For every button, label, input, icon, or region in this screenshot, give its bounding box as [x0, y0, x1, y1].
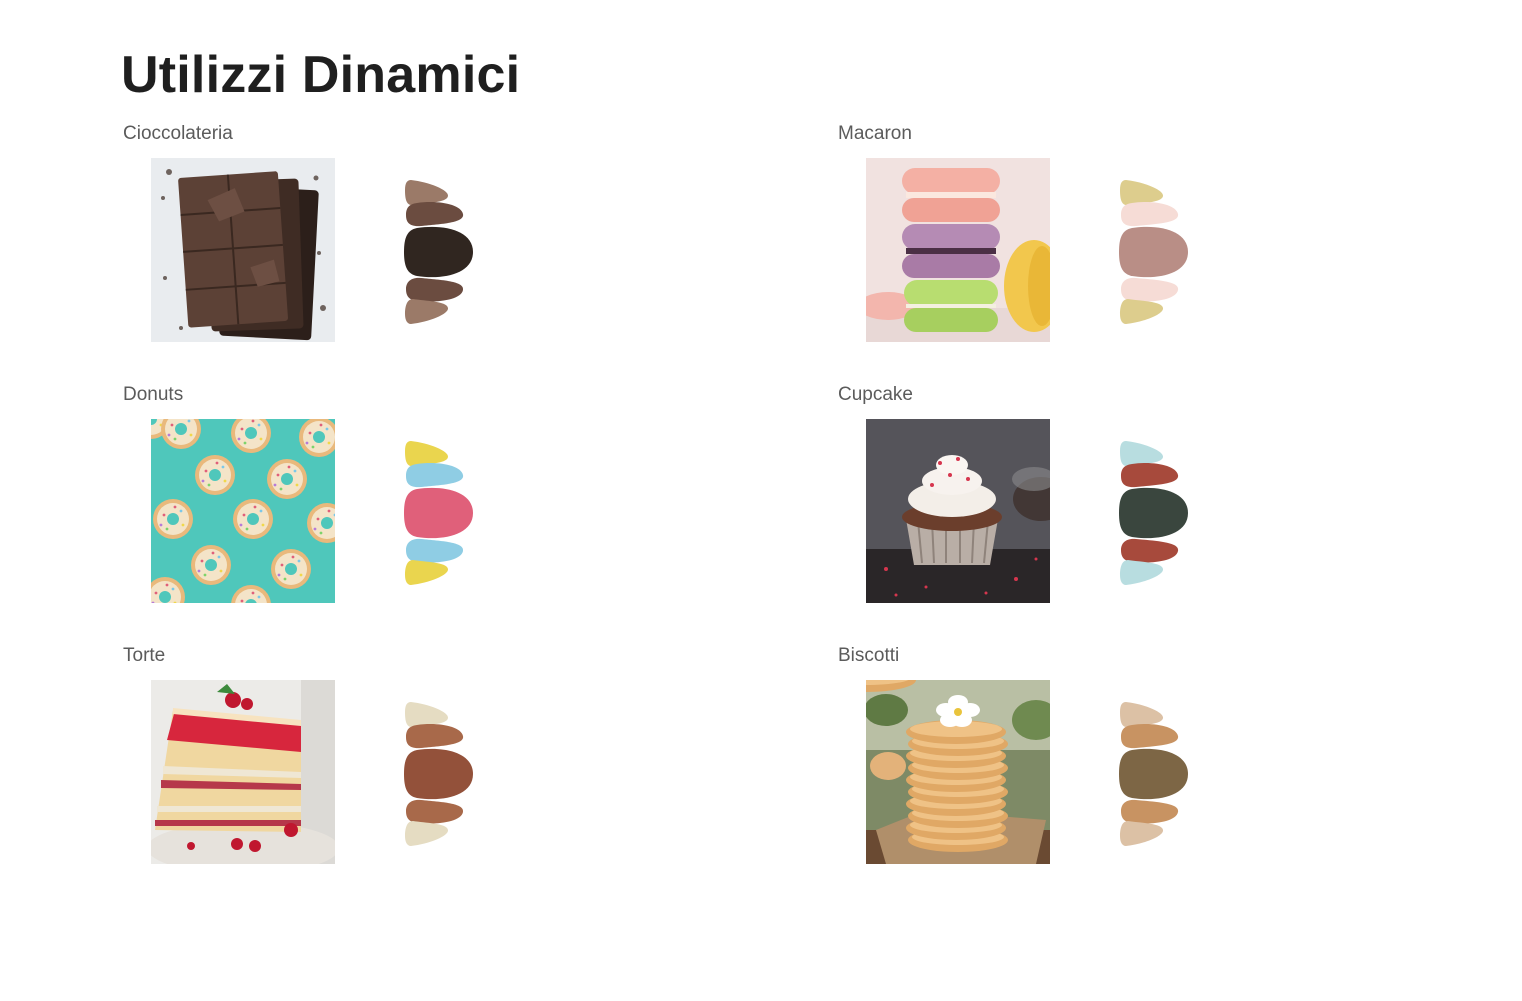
palette-swatch-light: [405, 180, 449, 206]
palette-swatch-light: [405, 560, 449, 585]
category-label: Cioccolateria: [123, 123, 233, 144]
palette-swatch-mid: [1121, 277, 1179, 302]
palette-swatch-mid: [1121, 799, 1179, 824]
palette-swatch-mid: [1121, 538, 1179, 563]
category-label: Macaron: [838, 123, 912, 144]
macaron-stack-photo: [866, 158, 1050, 342]
color-palette: [1119, 180, 1188, 324]
palette-swatch-mid: [406, 724, 464, 749]
color-palette: [1119, 441, 1188, 585]
palette-swatch-light: [1120, 560, 1164, 585]
palette-swatch-light: [405, 821, 449, 846]
biscuits-stack-photo: [866, 680, 1050, 864]
category-biscotti: Biscotti: [838, 646, 1478, 896]
palette-swatch-mid: [1121, 724, 1179, 749]
category-cioccolateria: Cioccolateria: [123, 124, 763, 374]
palette-swatch-main: [1119, 748, 1188, 800]
color-palette: [1119, 702, 1188, 846]
palette-swatch-light: [1120, 702, 1164, 728]
chocolate-bar-photo: [151, 158, 335, 342]
palette-swatch-light: [1120, 299, 1164, 324]
palette-swatch-light: [1120, 821, 1164, 846]
palette-swatch-mid: [406, 463, 464, 488]
palette-swatch-mid: [406, 799, 464, 824]
page-title: Utilizzi Dinamici: [121, 46, 521, 104]
color-palette: [404, 441, 473, 585]
palette-swatch-main: [404, 226, 473, 278]
cupcake-photo: [866, 419, 1050, 603]
category-macaron: Macaron: [838, 124, 1478, 374]
palette-swatch-light: [1120, 180, 1164, 206]
category-label: Torte: [123, 645, 166, 666]
category-cupcake: Cupcake: [838, 385, 1478, 635]
palette-swatch-light: [405, 441, 449, 467]
color-palette: [404, 180, 473, 324]
palette-swatch-main: [1119, 487, 1188, 539]
palette-swatch-mid: [1121, 463, 1179, 488]
palette-swatch-mid: [406, 202, 464, 227]
category-donuts: Donuts: [123, 385, 763, 635]
palette-swatch-mid: [406, 277, 464, 302]
color-palette: [404, 702, 473, 846]
category-label: Biscotti: [838, 645, 900, 666]
palette-swatch-light: [405, 299, 449, 324]
category-label: Cupcake: [838, 384, 913, 405]
donuts-photo: [151, 419, 335, 603]
palette-swatch-main: [404, 487, 473, 539]
palette-swatch-mid: [1121, 202, 1179, 227]
category-torte: Torte: [123, 646, 763, 896]
palette-swatch-light: [1120, 441, 1164, 467]
category-label: Donuts: [123, 384, 184, 405]
palette-swatch-main: [404, 748, 473, 800]
palette-swatch-mid: [406, 538, 464, 563]
layer-cake-photo: [151, 680, 335, 864]
palette-swatch-main: [1119, 226, 1188, 278]
palette-swatch-light: [405, 702, 449, 728]
